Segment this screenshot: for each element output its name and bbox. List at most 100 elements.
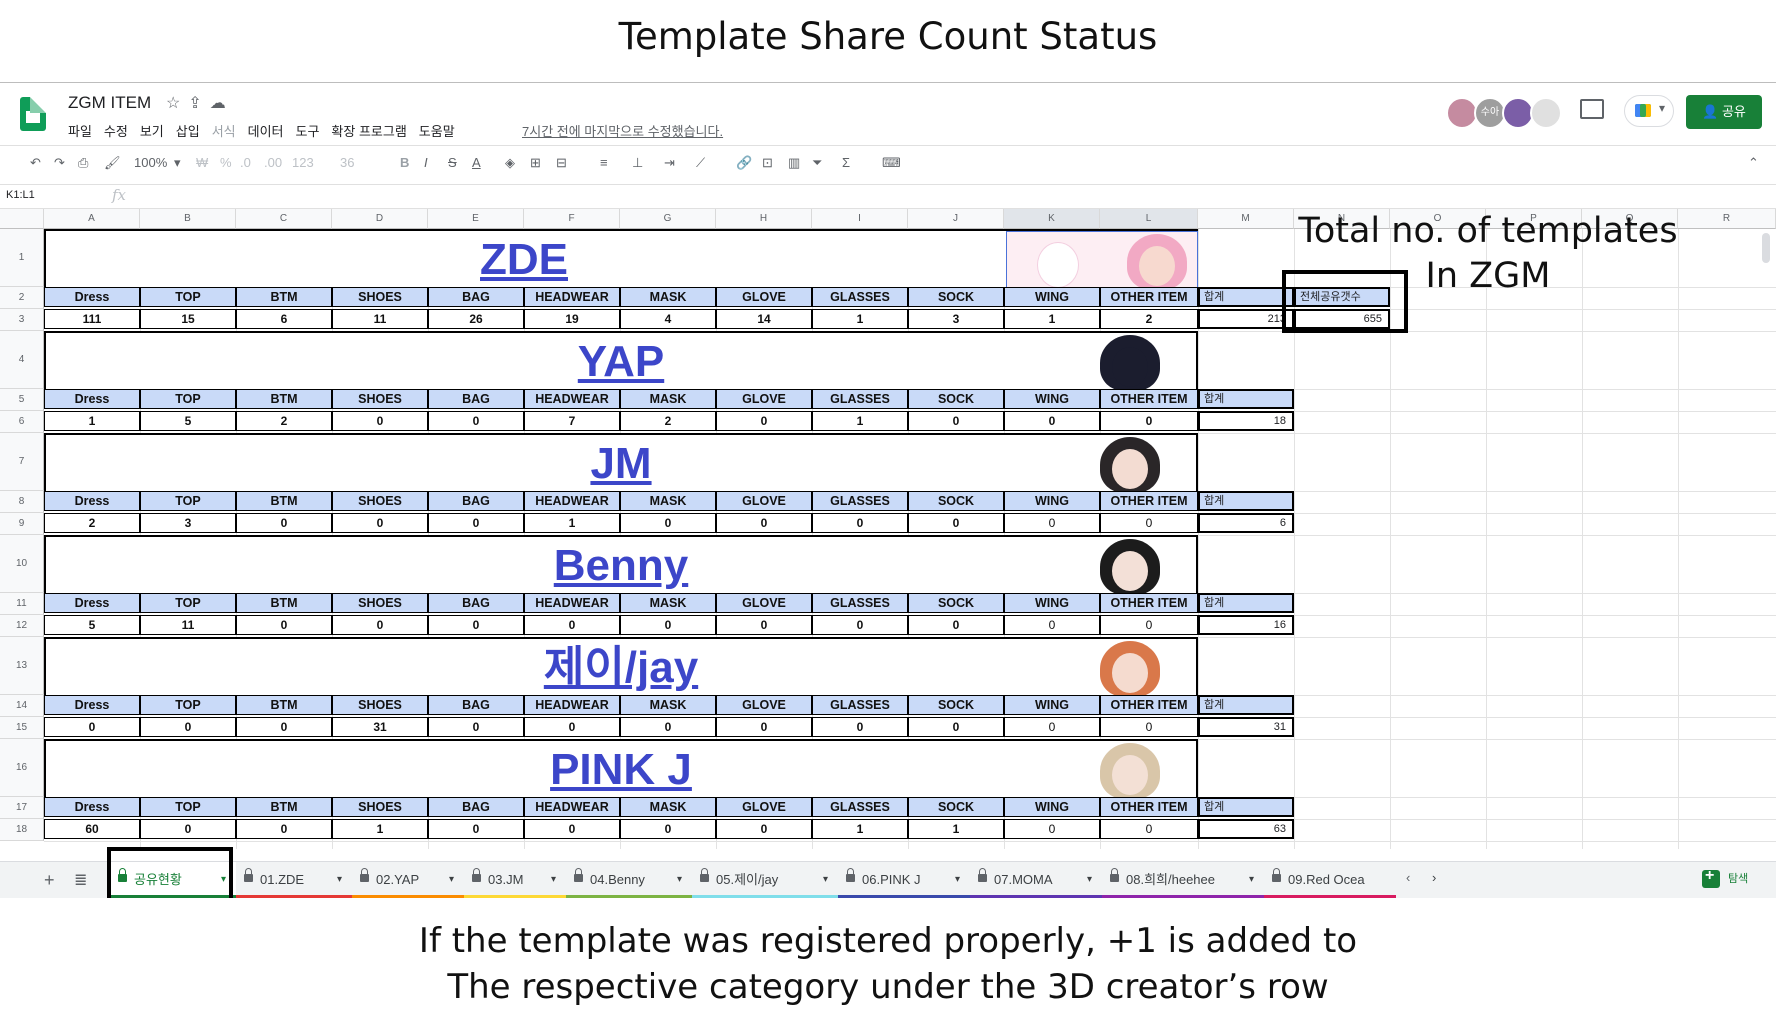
count-cell[interactable]: 0 bbox=[236, 615, 332, 635]
count-cell[interactable]: 0 bbox=[236, 717, 332, 737]
count-cell[interactable]: 31 bbox=[332, 717, 428, 737]
meet-button[interactable] bbox=[1624, 95, 1674, 127]
category-header-cell[interactable]: Dress bbox=[44, 797, 140, 817]
category-header-cell[interactable]: GLASSES bbox=[812, 389, 908, 409]
category-header-cell[interactable]: GLOVE bbox=[716, 287, 812, 307]
category-header-cell[interactable]: OTHER ITEM bbox=[1100, 389, 1198, 409]
sheet-tab[interactable]: 05.제이/jay ▾ bbox=[692, 862, 838, 898]
category-header-cell[interactable]: SHOES bbox=[332, 593, 428, 613]
category-header-cell[interactable]: MASK bbox=[620, 695, 716, 715]
count-cell[interactable]: 0 bbox=[428, 411, 524, 431]
category-header-cell[interactable]: MASK bbox=[620, 491, 716, 511]
category-header-cell[interactable]: SOCK bbox=[908, 797, 1004, 817]
link-icon[interactable]: 🔗 bbox=[736, 155, 752, 171]
count-cell[interactable]: 60 bbox=[44, 819, 140, 839]
row-header[interactable]: 7 bbox=[0, 433, 44, 491]
category-header-cell[interactable]: BAG bbox=[428, 695, 524, 715]
increase-decimal-button[interactable]: .00 bbox=[264, 155, 282, 170]
count-cell[interactable]: 0 bbox=[716, 819, 812, 839]
font-size-select[interactable]: 36 bbox=[340, 155, 354, 170]
category-header-cell[interactable]: GLASSES bbox=[812, 695, 908, 715]
name-box[interactable]: K1:L1 bbox=[6, 189, 92, 201]
borders-icon[interactable]: ⊞ bbox=[530, 155, 541, 171]
category-header-cell[interactable]: BTM bbox=[236, 797, 332, 817]
category-header-cell[interactable]: SHOES bbox=[332, 389, 428, 409]
sheet-tab[interactable]: 09.Red Ocea bbox=[1264, 862, 1396, 898]
sum-value-cell[interactable]: 63 bbox=[1198, 819, 1294, 839]
move-icon[interactable]: ⇪ bbox=[188, 95, 209, 112]
category-header-cell[interactable]: BAG bbox=[428, 389, 524, 409]
category-header-cell[interactable]: WING bbox=[1004, 797, 1100, 817]
count-cell[interactable]: 1 bbox=[524, 513, 620, 533]
share-button[interactable]: 👤 공유 bbox=[1686, 95, 1762, 129]
category-header-cell[interactable]: SOCK bbox=[908, 695, 1004, 715]
percent-button[interactable]: % bbox=[220, 155, 232, 170]
column-header[interactable]: L bbox=[1100, 209, 1198, 229]
category-header-cell[interactable]: WING bbox=[1004, 389, 1100, 409]
category-header-cell[interactable]: SHOES bbox=[332, 491, 428, 511]
column-header[interactable]: K bbox=[1004, 209, 1100, 229]
chevron-down-icon[interactable]: ▾ bbox=[677, 862, 682, 898]
category-header-cell[interactable]: GLASSES bbox=[812, 491, 908, 511]
sheets-logo-icon[interactable] bbox=[20, 97, 46, 131]
category-header-cell[interactable]: OTHER ITEM bbox=[1100, 797, 1198, 817]
column-header[interactable]: G bbox=[620, 209, 716, 229]
functions-icon[interactable]: Σ bbox=[842, 155, 850, 170]
category-header-cell[interactable]: WING bbox=[1004, 491, 1100, 511]
strike-button[interactable]: S bbox=[448, 155, 457, 170]
count-cell[interactable]: 0 bbox=[620, 615, 716, 635]
count-cell[interactable]: 0 bbox=[524, 819, 620, 839]
menu-item[interactable]: 수정 bbox=[104, 121, 128, 140]
sheet-tab[interactable]: 04.Benny ▾ bbox=[566, 862, 692, 898]
count-cell[interactable]: 0 bbox=[908, 717, 1004, 737]
count-cell[interactable]: 3 bbox=[908, 309, 1004, 329]
column-header[interactable]: R bbox=[1678, 209, 1776, 229]
count-cell[interactable]: 0 bbox=[44, 717, 140, 737]
column-header[interactable]: I bbox=[812, 209, 908, 229]
category-header-cell[interactable]: BTM bbox=[236, 287, 332, 307]
menu-item[interactable]: 파일 bbox=[68, 121, 92, 140]
category-header-cell[interactable]: OTHER ITEM bbox=[1100, 695, 1198, 715]
count-cell[interactable]: 0 bbox=[1004, 717, 1100, 737]
sum-value-cell[interactable]: 31 bbox=[1198, 717, 1294, 737]
row-header[interactable]: 11 bbox=[0, 593, 44, 615]
menu-item[interactable]: 확장 프로그램 bbox=[331, 121, 406, 140]
count-cell[interactable]: 0 bbox=[908, 411, 1004, 431]
decrease-decimal-button[interactable]: .0 bbox=[240, 155, 251, 170]
row-header[interactable]: 18 bbox=[0, 819, 44, 841]
category-header-cell[interactable]: HEADWEAR bbox=[524, 695, 620, 715]
category-header-cell[interactable]: MASK bbox=[620, 287, 716, 307]
category-header-cell[interactable]: WING bbox=[1004, 287, 1100, 307]
category-header-cell[interactable]: Dress bbox=[44, 287, 140, 307]
category-header-cell[interactable]: MASK bbox=[620, 797, 716, 817]
count-cell[interactable]: 2 bbox=[44, 513, 140, 533]
category-header-cell[interactable]: BTM bbox=[236, 491, 332, 511]
category-header-cell[interactable]: Dress bbox=[44, 695, 140, 715]
sum-value-cell[interactable]: 213 bbox=[1198, 309, 1294, 329]
chevron-down-icon[interactable]: ▾ bbox=[955, 862, 960, 898]
category-header-cell[interactable]: GLASSES bbox=[812, 797, 908, 817]
row-header[interactable]: 8 bbox=[0, 491, 44, 513]
sum-value-cell[interactable]: 18 bbox=[1198, 411, 1294, 431]
comment-icon[interactable] bbox=[1580, 99, 1604, 119]
category-header-cell[interactable]: TOP bbox=[140, 695, 236, 715]
row-header[interactable]: 2 bbox=[0, 287, 44, 309]
category-header-cell[interactable]: GLOVE bbox=[716, 695, 812, 715]
count-cell[interactable]: 0 bbox=[140, 717, 236, 737]
category-header-cell[interactable]: BTM bbox=[236, 593, 332, 613]
count-cell[interactable]: 0 bbox=[812, 513, 908, 533]
count-cell[interactable]: 0 bbox=[524, 717, 620, 737]
avatar[interactable] bbox=[1530, 97, 1562, 129]
align-icon[interactable]: ≡ bbox=[600, 155, 608, 170]
category-header-cell[interactable]: OTHER ITEM bbox=[1100, 593, 1198, 613]
count-cell[interactable]: 11 bbox=[332, 309, 428, 329]
category-header-cell[interactable]: BAG bbox=[428, 287, 524, 307]
number-format-button[interactable]: 123 bbox=[292, 155, 314, 170]
category-header-cell[interactable]: TOP bbox=[140, 797, 236, 817]
row-header[interactable]: 17 bbox=[0, 797, 44, 819]
count-cell[interactable]: 0 bbox=[428, 819, 524, 839]
row-header[interactable]: 5 bbox=[0, 389, 44, 411]
row-header[interactable]: 10 bbox=[0, 535, 44, 593]
count-cell[interactable]: 0 bbox=[716, 513, 812, 533]
category-header-cell[interactable]: MASK bbox=[620, 389, 716, 409]
